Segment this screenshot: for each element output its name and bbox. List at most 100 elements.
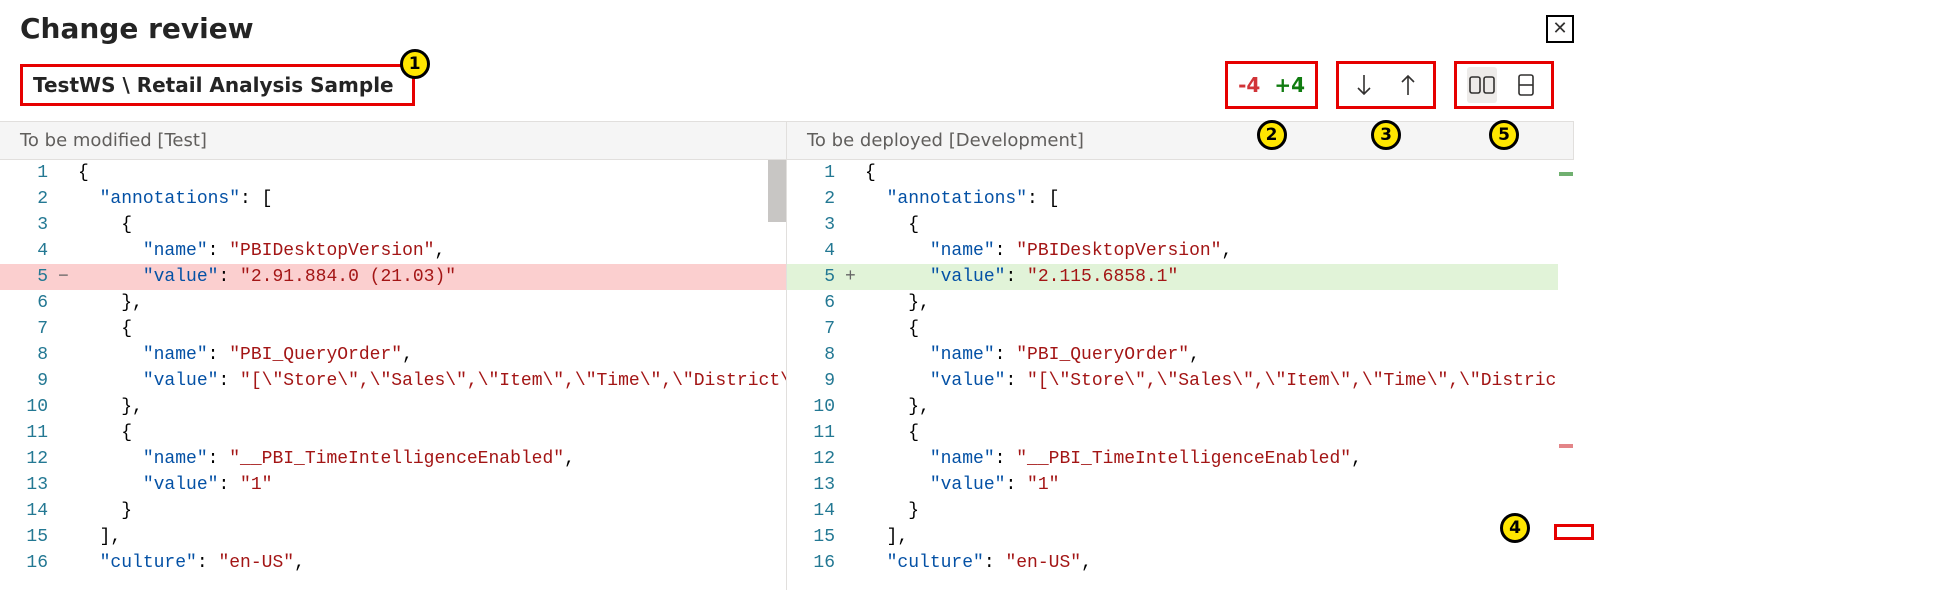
line-number: 14 — [787, 498, 845, 524]
diff-marker — [58, 472, 74, 498]
code-content: "name": "PBI_QueryOrder", — [861, 342, 1200, 368]
code-content: { — [861, 212, 919, 238]
code-line[interactable]: 9 "value": "[\"Store\",\"Sales\",\"Item\… — [0, 368, 786, 394]
line-number: 3 — [0, 212, 58, 238]
close-button[interactable]: ✕ — [1546, 15, 1574, 43]
minimap-callout-box — [1554, 524, 1594, 540]
line-number: 1 — [787, 160, 845, 186]
diff-marker — [58, 212, 74, 238]
panes-header: To be modified [Test] To be deployed [De… — [0, 121, 1574, 160]
code-line[interactable]: 16 "culture": "en-US", — [787, 550, 1574, 576]
code-line[interactable]: 13 "value": "1" — [787, 472, 1574, 498]
code-content: "name": "PBIDesktopVersion", — [74, 238, 445, 264]
code-line[interactable]: 2 "annotations": [ — [787, 186, 1574, 212]
next-diff-button[interactable] — [1349, 67, 1379, 103]
code-line[interactable]: 13 "value": "1" — [0, 472, 786, 498]
code-line[interactable]: 2 "annotations": [ — [0, 186, 786, 212]
side-by-side-button[interactable] — [1467, 67, 1497, 103]
code-line[interactable]: 1{ — [787, 160, 1574, 186]
callout-3: 3 — [1371, 120, 1401, 150]
code-line[interactable]: 7 { — [0, 316, 786, 342]
right-pane[interactable]: 1{2 "annotations": [3 {4 "name": "PBIDes… — [787, 160, 1574, 590]
diff-marker — [845, 472, 861, 498]
line-number: 11 — [0, 420, 58, 446]
code-line[interactable]: 11 { — [0, 420, 786, 446]
callout-2: 2 — [1257, 120, 1287, 150]
code-line[interactable]: 5− "value": "2.91.884.0 (21.03)" — [0, 264, 786, 290]
diff-marker — [58, 394, 74, 420]
code-content: "culture": "en-US", — [861, 550, 1092, 576]
code-line[interactable]: 14 } — [787, 498, 1574, 524]
code-line[interactable]: 5+ "value": "2.115.6858.1" — [787, 264, 1574, 290]
line-number: 2 — [787, 186, 845, 212]
code-line[interactable]: 15 ], — [787, 524, 1574, 550]
code-line[interactable]: 10 }, — [0, 394, 786, 420]
code-line[interactable]: 12 "name": "__PBI_TimeIntelligenceEnable… — [0, 446, 786, 472]
code-content: "culture": "en-US", — [74, 550, 305, 576]
code-line[interactable]: 10 }, — [787, 394, 1574, 420]
line-number: 5 — [787, 264, 845, 290]
code-content: }, — [861, 394, 930, 420]
code-line[interactable]: 7 { — [787, 316, 1574, 342]
line-number: 10 — [0, 394, 58, 420]
arrow-up-icon — [1399, 74, 1417, 96]
code-content: { — [861, 316, 919, 342]
code-line[interactable]: 6 }, — [0, 290, 786, 316]
code-content: }, — [861, 290, 930, 316]
code-line[interactable]: 16 "culture": "en-US", — [0, 550, 786, 576]
diff-marker — [845, 186, 861, 212]
diff-marker — [58, 498, 74, 524]
code-content: "value": "[\"Store\",\"Sales\",\"Item\",… — [74, 368, 787, 394]
code-line[interactable]: 12 "name": "__PBI_TimeIntelligenceEnable… — [787, 446, 1574, 472]
line-number: 11 — [787, 420, 845, 446]
minimap-added-marker — [1559, 172, 1573, 176]
code-line[interactable]: 3 { — [0, 212, 786, 238]
code-line[interactable]: 8 "name": "PBI_QueryOrder", — [0, 342, 786, 368]
code-line[interactable]: 6 }, — [787, 290, 1574, 316]
line-number: 15 — [0, 524, 58, 550]
close-icon: ✕ — [1552, 18, 1567, 39]
code-content: "value": "1" — [74, 472, 272, 498]
code-content: "value": "1" — [861, 472, 1059, 498]
line-number: 13 — [0, 472, 58, 498]
prev-diff-button[interactable] — [1393, 67, 1423, 103]
code-line[interactable]: 1{ — [0, 160, 786, 186]
diff-marker — [845, 498, 861, 524]
diff-marker — [845, 550, 861, 576]
code-line[interactable]: 8 "name": "PBI_QueryOrder", — [787, 342, 1574, 368]
line-number: 2 — [0, 186, 58, 212]
diff-nav-box: 3 — [1336, 61, 1436, 109]
diff-marker — [58, 446, 74, 472]
code-content: { — [74, 316, 132, 342]
line-number: 10 — [787, 394, 845, 420]
left-scrollbar[interactable] — [768, 160, 786, 222]
code-line[interactable]: 4 "name": "PBIDesktopVersion", — [787, 238, 1574, 264]
diff-marker — [845, 212, 861, 238]
code-content: "annotations": [ — [861, 186, 1059, 212]
code-line[interactable]: 15 ], — [0, 524, 786, 550]
page-title: Change review — [20, 12, 254, 45]
line-number: 16 — [787, 550, 845, 576]
line-number: 5 — [0, 264, 58, 290]
inline-view-button[interactable] — [1511, 67, 1541, 103]
code-line[interactable]: 4 "name": "PBIDesktopVersion", — [0, 238, 786, 264]
code-line[interactable]: 14 } — [0, 498, 786, 524]
diff-marker — [58, 342, 74, 368]
code-content: } — [861, 498, 919, 524]
diff-marker — [58, 368, 74, 394]
line-number: 4 — [787, 238, 845, 264]
code-line[interactable]: 11 { — [787, 420, 1574, 446]
breadcrumb: TestWS \ Retail Analysis Sample — [33, 73, 394, 97]
code-line[interactable]: 9 "value": "[\"Store\",\"Sales\",\"Item\… — [787, 368, 1574, 394]
code-content: "annotations": [ — [74, 186, 272, 212]
code-line[interactable]: 3 { — [787, 212, 1574, 238]
line-number: 8 — [0, 342, 58, 368]
code-content: "value": "[\"Store\",\"Sales\",\"Item\",… — [861, 368, 1574, 394]
line-number: 4 — [0, 238, 58, 264]
diff-marker: − — [58, 264, 74, 290]
left-pane[interactable]: 1{2 "annotations": [3 {4 "name": "PBIDes… — [0, 160, 787, 590]
code-content: "name": "__PBI_TimeIntelligenceEnabled", — [861, 446, 1362, 472]
code-content: ], — [861, 524, 908, 550]
arrow-down-icon — [1355, 74, 1373, 96]
line-number: 15 — [787, 524, 845, 550]
